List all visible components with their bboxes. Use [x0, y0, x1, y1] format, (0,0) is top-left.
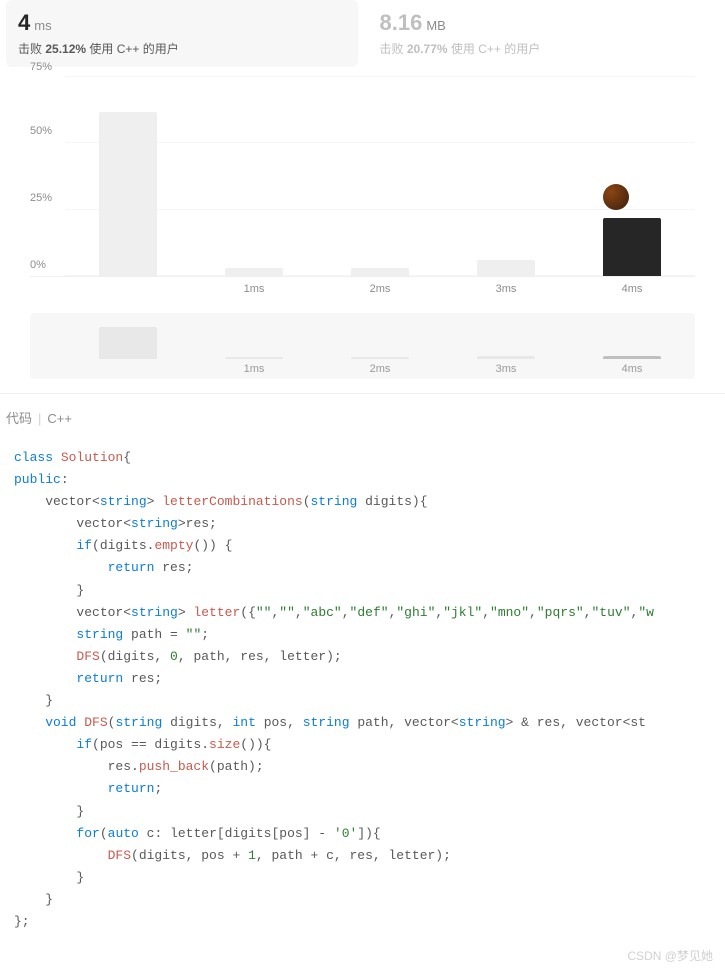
memory-card[interactable]: 8.16MB 击败 20.77% 使用 C++ 的用户: [368, 0, 720, 67]
ytick: 50%: [30, 125, 52, 137]
language-label[interactable]: C++: [47, 411, 72, 426]
xtick: 1ms: [191, 277, 317, 295]
bar-col[interactable]: [65, 77, 191, 276]
distribution-chart: 0% 25% 50% 75% 1ms2ms3ms4ms: [0, 67, 725, 295]
bar-col[interactable]: [569, 77, 695, 276]
mini-xtick: 1ms: [191, 359, 317, 375]
mini-xtick: 2ms: [317, 359, 443, 375]
xtick: 3ms: [443, 277, 569, 295]
code-block[interactable]: class Solution{ public: vector<string> l…: [0, 439, 725, 941]
ytick: 0%: [30, 259, 46, 271]
runtime-unit: ms: [34, 18, 51, 33]
code-header: 代码|C++: [0, 408, 725, 439]
mini-bar-col[interactable]: [191, 321, 317, 359]
bar[interactable]: [477, 260, 535, 276]
code-label[interactable]: 代码: [6, 411, 32, 426]
ytick: 75%: [30, 61, 52, 73]
xtick: 2ms: [317, 277, 443, 295]
mini-xtick: 4ms: [569, 359, 695, 375]
mini-bar-col[interactable]: [443, 321, 569, 359]
xtick: 4ms: [569, 277, 695, 295]
mini-bar-col[interactable]: [65, 321, 191, 359]
bar[interactable]: [225, 268, 283, 276]
bar-col[interactable]: [317, 77, 443, 276]
stats-row: 4 ms 击败 25.12% 使用 C++ 的用户 8.16MB 击败 20.77…: [0, 0, 725, 67]
memory-value: 8.16: [380, 10, 423, 35]
mini-bar[interactable]: [99, 327, 157, 359]
xtick: [65, 277, 191, 295]
bar[interactable]: [351, 268, 409, 276]
mini-xtick: 3ms: [443, 359, 569, 375]
user-avatar-icon[interactable]: [603, 184, 629, 210]
runtime-value: 4: [18, 10, 30, 35]
mini-distribution-chart: 1ms2ms3ms4ms: [30, 313, 695, 379]
ytick: 25%: [30, 192, 52, 204]
divider: [0, 393, 725, 394]
watermark: CSDN @梦见她: [0, 941, 725, 970]
bar[interactable]: [603, 218, 661, 276]
bar-col[interactable]: [443, 77, 569, 276]
runtime-card[interactable]: 4 ms 击败 25.12% 使用 C++ 的用户: [6, 0, 358, 67]
runtime-subtext: 击败 25.12% 使用 C++ 的用户: [18, 40, 346, 57]
memory-subtext: 击败 20.77% 使用 C++ 的用户: [380, 40, 708, 57]
mini-bar-col[interactable]: [569, 321, 695, 359]
bar[interactable]: [99, 112, 157, 277]
mini-xtick: [65, 359, 191, 375]
memory-unit: MB: [426, 18, 446, 33]
mini-bar-col[interactable]: [317, 321, 443, 359]
bar-col[interactable]: [191, 77, 317, 276]
